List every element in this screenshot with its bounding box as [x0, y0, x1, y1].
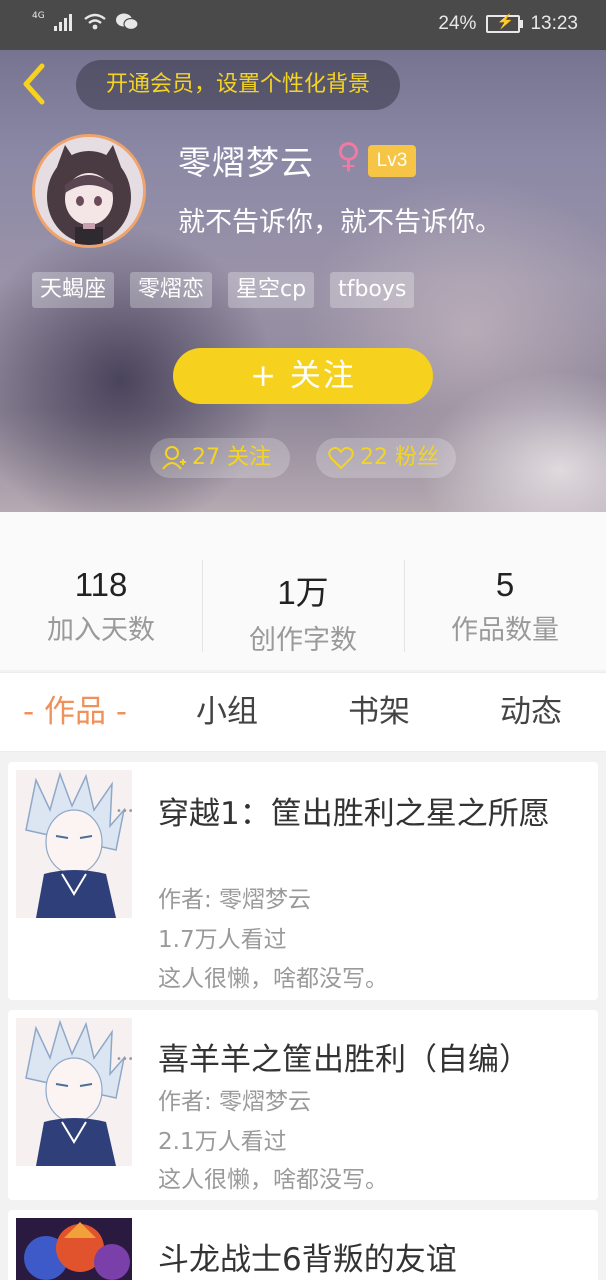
status-bar: 4G 24% ⚡ 13:23: [0, 0, 606, 50]
stat-word-count: 1万 创作字数: [202, 566, 404, 657]
work-intro: 这人很懒，啥都没写。: [158, 1167, 388, 1193]
wechat-icon: [115, 13, 139, 31]
signal-icon: [53, 14, 72, 31]
tab-groups[interactable]: 小组: [152, 673, 302, 751]
user-name: 零熠梦云: [178, 143, 314, 182]
stat-value: 1万: [277, 574, 329, 611]
add-user-icon: [162, 446, 186, 470]
clock: 13:23: [530, 13, 578, 34]
following-count: 27 关注: [192, 445, 271, 470]
network-type: 4G: [32, 11, 45, 21]
profile-stats: 118 加入天数 1万 创作字数 5 作品数量: [0, 512, 606, 670]
back-arrow-icon[interactable]: [18, 62, 50, 106]
work-title[interactable]: 喜羊羊之筐出胜利（自编）: [158, 1034, 530, 1079]
follow-button[interactable]: + 关注: [173, 348, 433, 404]
work-intro: 这人很懒，啥都没写。: [158, 966, 388, 992]
level-badge: Lv3: [368, 145, 416, 177]
stat-divider: [404, 560, 405, 652]
avatar[interactable]: [32, 134, 146, 248]
stat-value: 118: [74, 566, 128, 603]
work-author: 作者: 零熠梦云: [158, 1089, 312, 1115]
work-cover-image: •••: [16, 1018, 132, 1166]
battery-icon: ⚡: [486, 13, 524, 33]
user-tag[interactable]: 零熠恋: [130, 272, 213, 308]
stat-label: 创作字数: [249, 625, 357, 656]
battery-percent: 24%: [438, 13, 477, 34]
user-tag[interactable]: 星空cp: [228, 272, 315, 308]
user-signature: 就不告诉你，就不告诉你。: [178, 207, 502, 238]
wifi-icon: [83, 13, 106, 30]
stat-divider: [202, 560, 203, 652]
work-title[interactable]: 穿越1：筐出胜利之星之所愿: [158, 788, 550, 833]
stat-label: 加入天数: [47, 615, 155, 646]
profile-tabs: - 作品 - 小组 书架 动态: [0, 672, 606, 752]
followers-count-button[interactable]: 22 粉丝: [316, 438, 456, 478]
tab-bookshelf[interactable]: 书架: [304, 673, 454, 751]
heart-icon: [328, 447, 354, 470]
tab-activity[interactable]: 动态: [456, 673, 606, 751]
stat-works-count: 5 作品数量: [404, 566, 606, 647]
avatar-illustration: [35, 137, 143, 245]
svg-text:•••: •••: [116, 806, 132, 817]
stat-label: 作品数量: [451, 615, 559, 646]
stat-join-days: 118 加入天数: [0, 566, 202, 647]
vip-background-prompt[interactable]: 开通会员，设置个性化背景: [76, 60, 400, 110]
followers-count: 22 粉丝: [360, 445, 439, 470]
svg-text:•••: •••: [116, 1054, 132, 1065]
work-card[interactable]: ••• 穿越1：筐出胜利之星之所愿 作者: 零熠梦云 1.7万人看过 这人很懒，…: [8, 762, 598, 1000]
profile-header: 4G 24% ⚡ 13:23 开通会员，设置个性化背景 零熠梦云 ♀ Lv3 就…: [0, 0, 606, 512]
female-icon: ♀: [336, 136, 361, 176]
work-card[interactable]: ••• 喜羊羊之筐出胜利（自编） 作者: 零熠梦云 2.1万人看过 这人很懒，啥…: [8, 1010, 598, 1200]
work-title[interactable]: 斗龙战士6背叛的友谊: [158, 1234, 457, 1279]
stat-value: 5: [495, 566, 515, 603]
user-tag[interactable]: tfboys: [330, 272, 415, 308]
user-tags: 天蝎座 零熠恋 星空cp tfboys: [32, 272, 415, 308]
user-tag[interactable]: 天蝎座: [32, 272, 115, 308]
work-cover-image: •••: [16, 770, 132, 918]
following-count-button[interactable]: 27 关注: [150, 438, 290, 478]
work-author: 作者: 零熠梦云: [158, 887, 312, 913]
work-views: 2.1万人看过: [158, 1129, 287, 1155]
tab-works[interactable]: - 作品 -: [0, 673, 150, 751]
work-views: 1.7万人看过: [158, 927, 287, 953]
work-card[interactable]: 斗龙战士6背叛的友谊: [8, 1210, 598, 1280]
work-cover-image: [16, 1218, 132, 1280]
